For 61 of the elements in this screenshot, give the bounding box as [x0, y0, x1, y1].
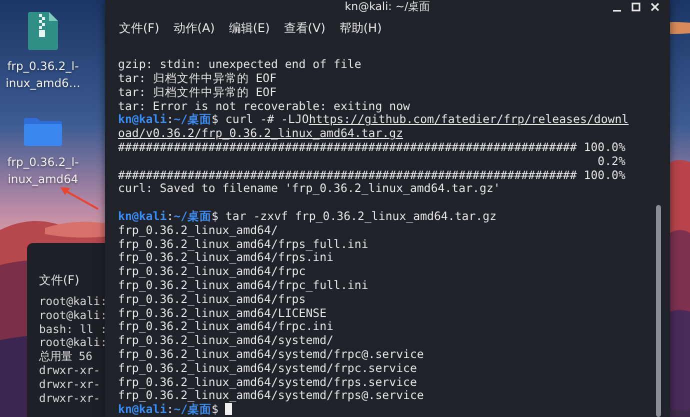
progress-percent: 100.0% [584, 141, 626, 155]
terminal-line: 总用量 56 [39, 350, 94, 364]
terminal-line: tar: 归档文件中异常的 EOF [118, 86, 278, 100]
prompt-user: kn@kali [118, 402, 167, 416]
terminal-line: frp_0.36.2_linux_amd64/LICENSE [118, 306, 328, 320]
maximize-icon[interactable] [631, 2, 641, 12]
scrollbar[interactable] [656, 205, 661, 417]
prompt-path: ~/桌面 [174, 209, 212, 224]
menu-item[interactable]: 帮助(H) [339, 20, 382, 38]
terminal-line: frp_0.36.2_linux_amd64/frps.ini [118, 251, 334, 266]
prompt-path: ~/桌面 [174, 112, 212, 126]
file-label[interactable]: frp_0.36.2_l- inux_amd6… [6, 58, 80, 92]
terminal-line: frp_0.36.2_linux_amd64/frps [118, 292, 306, 307]
progress-hashes: ################################################################## [118, 141, 577, 155]
prompt-dollar: $ [212, 402, 218, 416]
progress-percent: 0.2% [598, 154, 626, 169]
menu-item[interactable]: 文件(F) [119, 20, 160, 38]
file-label[interactable]: frp_0.36.2_l- inux_amd64 [7, 154, 79, 188]
link[interactable]: oad/v0.36.2/frp_0.36.2_linux_amd64.tar.gz [118, 126, 404, 140]
terminal-line: frp_0.36.2_linux_amd64/frpc [118, 265, 307, 280]
prompt-path: ~/桌面 [174, 402, 212, 416]
terminal-line: drwxr-xr- [39, 364, 102, 378]
terminal-line: curl: Saved to filename 'frp_0.36.2_linux_amd64.tar.gz' [118, 182, 502, 196]
command-text: tar -zxvf frp_0.36.2_linux_amd64.tar.gz [225, 209, 497, 224]
prompt-colon: : [166, 402, 174, 416]
command-text: curl -# -LJO [225, 112, 309, 126]
terminal-line: frp_0.36.2_linux_amd64/systemd/frpc@.service [118, 348, 425, 362]
terminal-line: frp_0.36.2_linux_amd64/frpc.ini [118, 320, 335, 334]
terminal-line: frp_0.36.2_linux_amd64/systemd/ [118, 334, 335, 348]
progress-hashes: ################################################################## [118, 168, 577, 182]
link[interactable]: https://github.com/fatedier/frp/releases/downl [308, 112, 629, 126]
terminal-line: frp_0.36.2_linux_amd64/frps_full.ini [118, 238, 370, 252]
terminal-line: root@kali: [39, 308, 105, 323]
close-icon[interactable] [650, 2, 660, 12]
prompt-colon: : [166, 209, 174, 224]
arrow [58, 185, 100, 211]
terminal-line: tar: 归档文件中异常的 EOF [118, 72, 278, 86]
menu-item[interactable]: 文件(F) [39, 272, 80, 288]
prompt-dollar: $ [212, 112, 218, 126]
prompt-colon: : [166, 112, 174, 126]
terminal-line: root@kali: [39, 336, 105, 350]
terminal-line: gzip: stdin: unexpected end of file [118, 58, 362, 72]
prompt-user: kn@kali [118, 112, 167, 126]
prompt-dollar: $ [212, 209, 218, 224]
terminal-line: frp_0.36.2_linux_amd64/frpc_full.ini [118, 279, 370, 293]
terminal-line: drwxr-xr- [39, 392, 102, 406]
terminal-line: frp_0.36.2_linux_amd64/ [118, 224, 279, 238]
menu-item[interactable]: 查看(V) [284, 20, 326, 38]
terminal-line: frp_0.36.2_linux_amd64/systemd/frps@.service [118, 389, 425, 404]
terminal-line: frp_0.36.2_linux_amd64/systemd/frpc.service [118, 362, 417, 376]
terminal-line: frp_0.36.2_linux_amd64/systemd/frps.service [118, 376, 418, 390]
prompt-user: kn@kali [118, 209, 167, 224]
terminal-line: root@kali: [39, 295, 105, 309]
menu-item[interactable]: 动作(A) [173, 20, 215, 38]
terminal-line: bash: ll : [39, 322, 105, 336]
window-title: kn@kali: ~/桌面 [344, 0, 430, 13]
terminal-line: tar: Error is not recoverable: exiting now [118, 100, 411, 113]
terminal-line: drwxr-xr- [39, 378, 102, 392]
archive-file-icon[interactable] [28, 12, 58, 50]
menu-item[interactable]: 编辑(E) [228, 20, 270, 38]
progress-percent: 100.0% [584, 168, 626, 182]
